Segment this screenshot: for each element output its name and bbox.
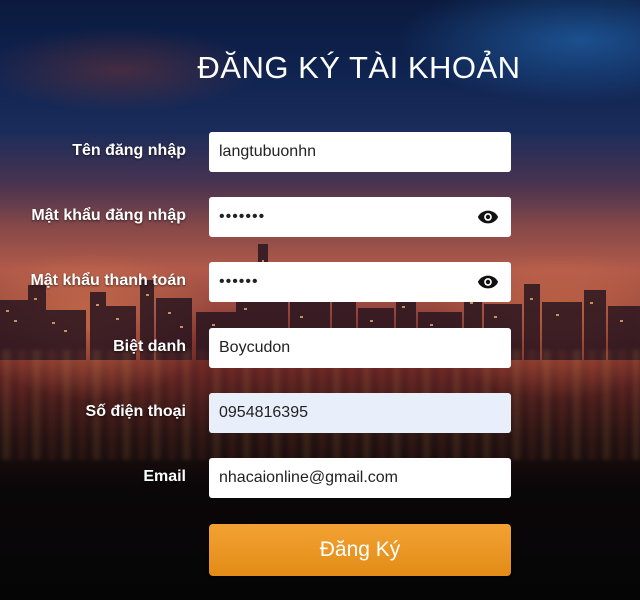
email-input[interactable]: [209, 458, 511, 498]
payment-password-row: Mật khẩu thanh toán: [0, 262, 640, 302]
email-label: Email: [143, 468, 186, 485]
login-password-input[interactable]: [209, 197, 511, 237]
register-button[interactable]: Đăng Ký: [209, 524, 511, 576]
nickname-label: Biệt danh: [113, 338, 186, 355]
username-label: Tên đăng nhập: [72, 142, 186, 159]
username-row: Tên đăng nhập: [0, 132, 640, 172]
page-title: ĐĂNG KÝ TÀI KHOẢN: [197, 50, 521, 85]
eye-icon[interactable]: [477, 209, 499, 225]
payment-password-input[interactable]: [209, 262, 511, 302]
login-password-row: Mật khẩu đăng nhập: [0, 197, 640, 237]
login-password-label: Mật khẩu đăng nhập: [31, 207, 186, 224]
username-input[interactable]: [209, 132, 511, 172]
eye-icon[interactable]: [477, 274, 499, 290]
phone-label: Số điện thoại: [85, 403, 186, 420]
email-row: Email: [0, 458, 640, 498]
phone-row: Số điện thoại: [0, 393, 640, 433]
payment-password-label: Mật khẩu thanh toán: [30, 272, 186, 289]
phone-input[interactable]: [209, 393, 511, 433]
nickname-row: Biệt danh: [0, 328, 640, 368]
nickname-input[interactable]: [209, 328, 511, 368]
